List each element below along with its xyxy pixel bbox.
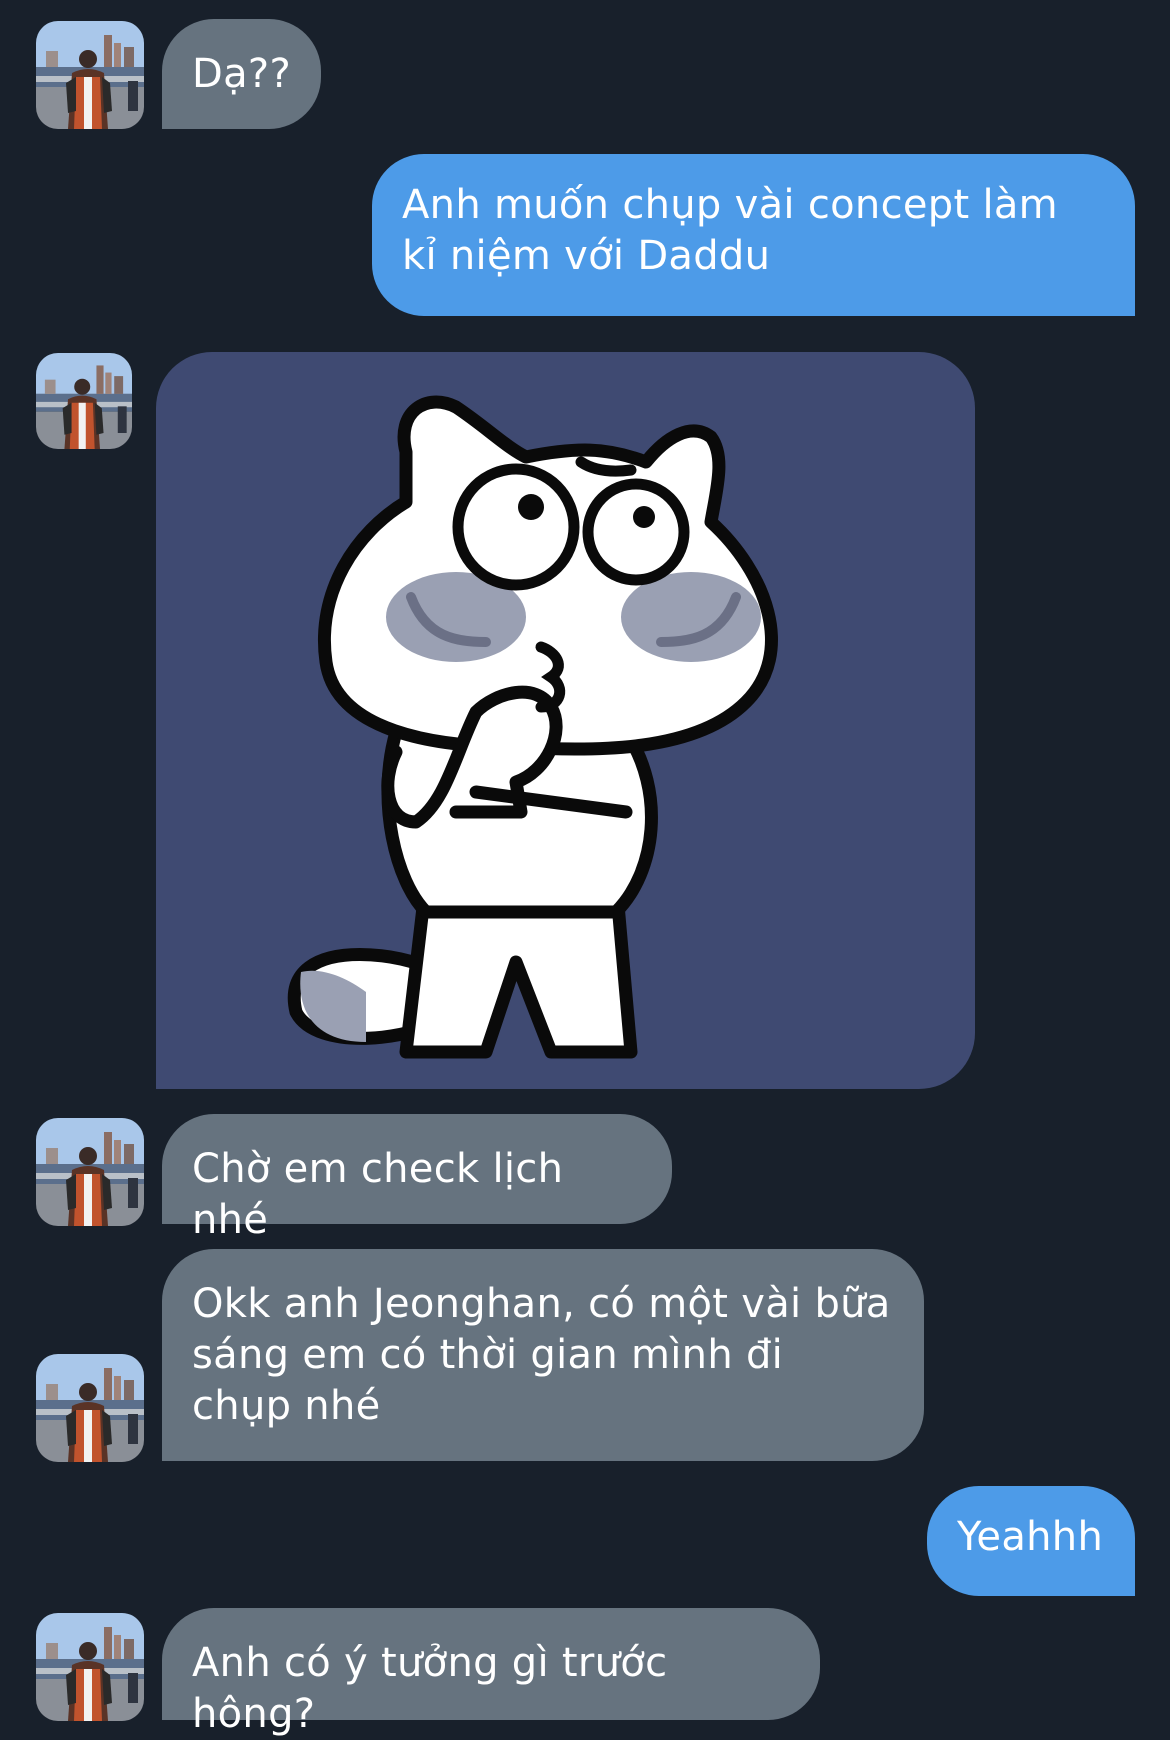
avatar-photo [36,1613,144,1721]
contact-avatar[interactable] [36,353,132,449]
message-text: Anh có ý tưởng gì trước hông? [192,1640,668,1737]
contact-avatar[interactable] [36,1613,144,1721]
message-text: Anh muốn chụp vài concept làm kỉ niệm vớ… [402,182,1058,279]
avatar-photo [36,353,132,449]
avatar-photo [36,1354,144,1462]
message-text: Dạ?? [192,51,291,97]
message-text: Yeahhh [957,1514,1104,1560]
sticker-message[interactable] [156,352,975,1089]
message-bubble-incoming[interactable]: Anh có ý tưởng gì trước hông? [162,1608,820,1737]
message-bubble-outgoing[interactable]: Anh muốn chụp vài concept làm kỉ niệm vớ… [372,154,1135,316]
message-bubble-incoming[interactable]: Okk anh Jeonghan, có một vài bữa sáng em… [162,1249,924,1461]
contact-avatar[interactable] [36,1118,144,1226]
contact-avatar[interactable] [36,1354,144,1462]
message-bubble-outgoing[interactable]: Yeahhh [927,1486,1135,1596]
message-text: Okk anh Jeonghan, có một vài bữa sáng em… [192,1281,891,1429]
message-bubble-incoming[interactable]: Chờ em check lịch nhé [162,1114,672,1243]
contact-avatar[interactable] [36,21,144,129]
avatar-photo [36,21,144,129]
message-text: Chờ em check lịch nhé [192,1146,564,1243]
message-bubble-incoming[interactable]: Dạ?? [162,19,321,129]
avatar-photo [36,1118,144,1226]
thinking-cat-sticker-icon [287,395,778,1059]
